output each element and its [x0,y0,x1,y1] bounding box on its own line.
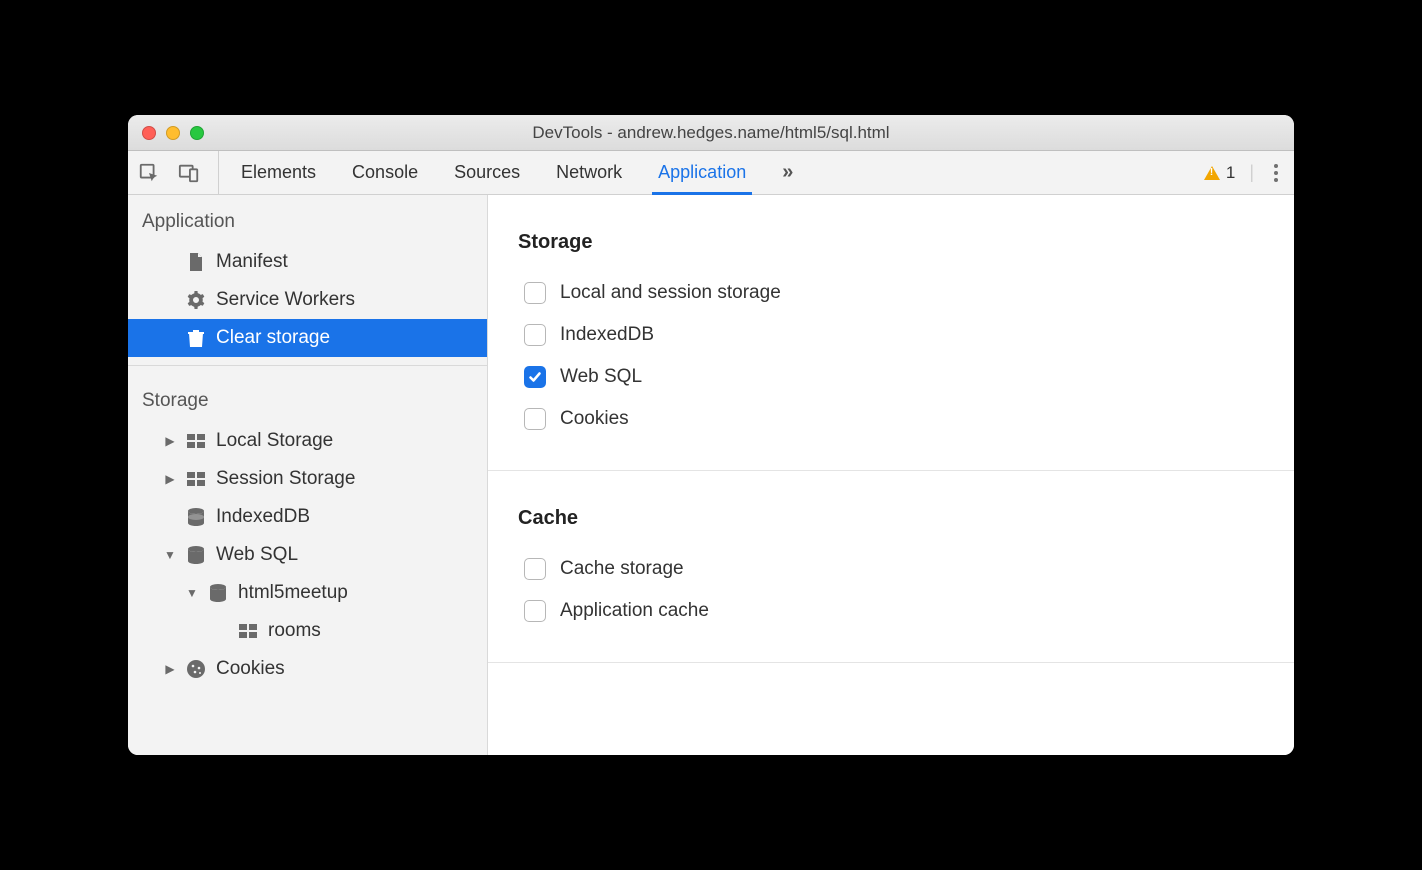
warning-icon [1204,166,1220,180]
sidebar-item-manifest[interactable]: Manifest [128,243,487,281]
window-title: DevTools - andrew.hedges.name/html5/sql.… [128,123,1294,143]
warnings-badge[interactable]: 1 [1204,163,1235,183]
sidebar-item-label: html5meetup [238,582,348,604]
panel-tabs: Elements Console Sources Network Applica… [229,151,1192,194]
sidebar-item-clear-storage[interactable]: Clear storage [128,319,487,357]
main-panel: Storage Local and session storage Indexe… [488,195,1294,755]
grid-icon [186,469,206,489]
sidebar-item-local-storage[interactable]: ▶ Local Storage [128,422,487,460]
option-local-session-storage[interactable]: Local and session storage [518,272,1264,314]
gear-icon [186,290,206,310]
chevron-right-icon: ▶ [164,434,176,448]
checkbox-icon [524,408,546,430]
sidebar: Application Manifest Service Workers [128,195,488,755]
tab-elements[interactable]: Elements [241,151,316,194]
devtools-toolbar: Elements Console Sources Network Applica… [128,151,1294,195]
tab-network[interactable]: Network [556,151,622,194]
grid-icon [238,621,258,641]
sidebar-item-label: Service Workers [216,289,355,311]
grid-icon [186,431,206,451]
sidebar-item-label: Manifest [216,251,288,273]
option-cache-storage[interactable]: Cache storage [518,548,1264,590]
checkbox-icon [524,324,546,346]
sidebar-divider [128,365,487,366]
group-cache: Cache Cache storage Application cache [488,471,1294,663]
checkbox-checked-icon [524,366,546,388]
sidebar-item-indexeddb[interactable]: IndexedDB [128,498,487,536]
sidebar-item-web-sql[interactable]: ▼ Web SQL [128,536,487,574]
option-label: Cookies [560,408,629,430]
sidebar-item-label: rooms [268,620,321,642]
inspect-element-icon[interactable] [138,162,160,184]
sidebar-section-application: Application [128,195,487,243]
device-toggle-icon[interactable] [178,162,200,184]
chevron-down-icon: ▼ [164,548,176,562]
titlebar: DevTools - andrew.hedges.name/html5/sql.… [128,115,1294,151]
option-label: Application cache [560,600,709,622]
sidebar-section-storage: Storage [128,374,487,422]
option-application-cache[interactable]: Application cache [518,590,1264,632]
chevron-right-icon: ▶ [164,662,176,676]
tab-application[interactable]: Application [658,151,746,194]
group-storage: Storage Local and session storage Indexe… [488,195,1294,471]
devtools-window: DevTools - andrew.hedges.name/html5/sql.… [128,115,1294,755]
sidebar-item-rooms[interactable]: rooms [128,612,487,650]
option-indexeddb[interactable]: IndexedDB [518,314,1264,356]
tab-sources[interactable]: Sources [454,151,520,194]
warnings-count: 1 [1226,163,1235,183]
option-cookies[interactable]: Cookies [518,398,1264,440]
sidebar-item-label: Local Storage [216,430,333,452]
option-label: Web SQL [560,366,642,388]
sidebar-item-label: IndexedDB [216,506,310,528]
database-icon [208,583,228,603]
database-icon [186,545,206,565]
trash-icon [186,328,206,348]
option-label: IndexedDB [560,324,654,346]
chevron-right-icon: ▶ [164,472,176,486]
cookie-icon [186,659,206,679]
sidebar-item-label: Clear storage [216,327,330,349]
sidebar-item-service-workers[interactable]: Service Workers [128,281,487,319]
sidebar-item-session-storage[interactable]: ▶ Session Storage [128,460,487,498]
chevron-down-icon: ▼ [186,586,198,600]
sidebar-item-html5meetup[interactable]: ▼ html5meetup [128,574,487,612]
checkbox-icon [524,600,546,622]
option-label: Local and session storage [560,282,781,304]
group-title: Storage [518,231,1264,254]
settings-menu-icon[interactable] [1268,164,1284,182]
checkbox-icon [524,558,546,580]
option-label: Cache storage [560,558,684,580]
sidebar-item-label: Session Storage [216,468,355,490]
more-tabs-icon[interactable]: » [782,161,793,184]
checkbox-icon [524,282,546,304]
sidebar-item-cookies[interactable]: ▶ Cookies [128,650,487,688]
option-web-sql[interactable]: Web SQL [518,356,1264,398]
sidebar-item-label: Cookies [216,658,285,680]
file-icon [186,252,206,272]
group-title: Cache [518,507,1264,530]
content-split: Application Manifest Service Workers [128,195,1294,755]
database-icon [186,507,206,527]
sidebar-item-label: Web SQL [216,544,298,566]
tab-console[interactable]: Console [352,151,418,194]
